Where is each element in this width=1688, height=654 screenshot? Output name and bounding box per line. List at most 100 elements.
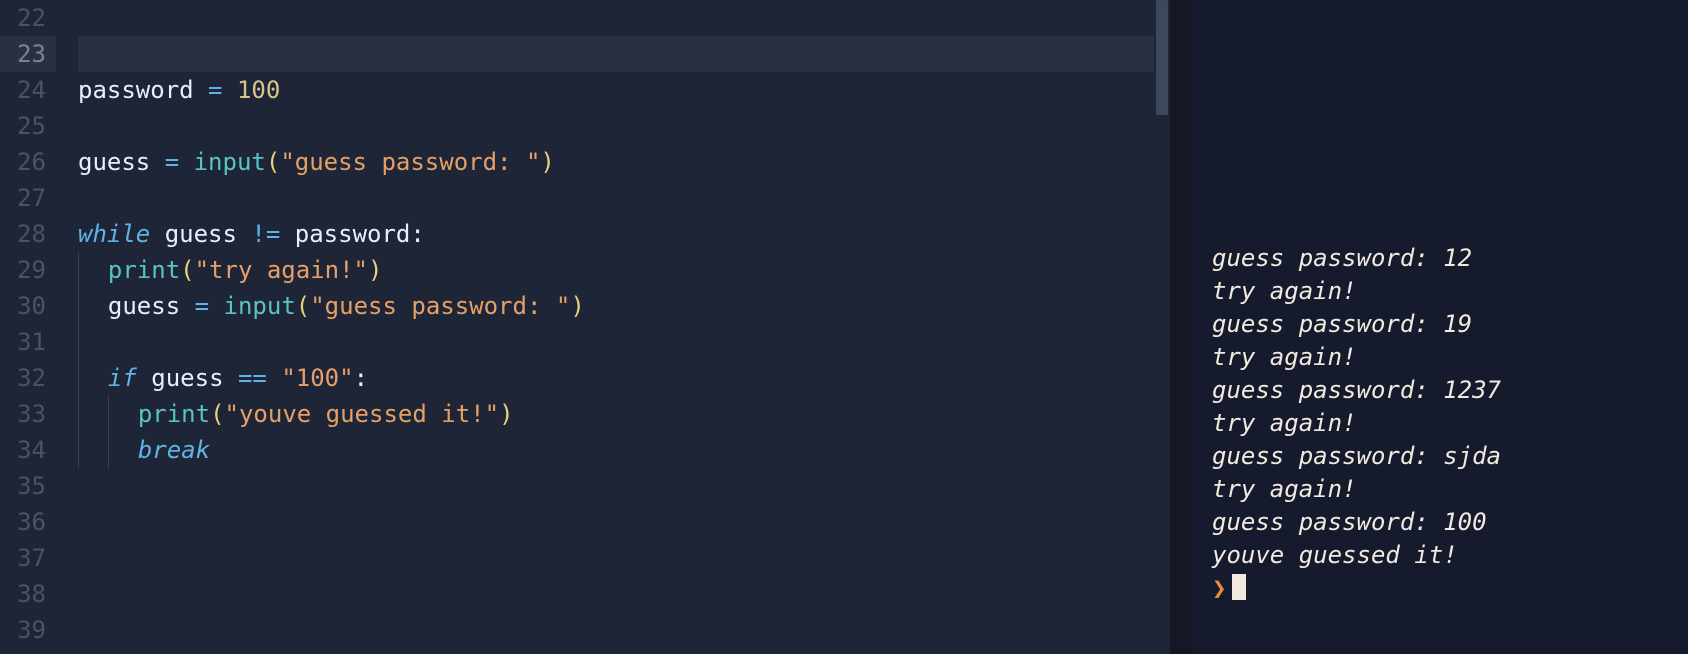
line-number-gutter: 222324252627282930313233343536373839 <box>0 0 56 654</box>
line-number: 37 <box>0 540 56 576</box>
line-number: 26 <box>0 144 56 180</box>
line-number: 35 <box>0 468 56 504</box>
token-kw: while <box>78 220 150 248</box>
code-line[interactable] <box>78 612 1170 648</box>
terminal-line: guess password: 1237 <box>1212 374 1688 407</box>
token-plain: : <box>354 364 368 392</box>
token-plain: : <box>410 220 424 248</box>
terminal-line: youve guessed it! <box>1212 539 1688 572</box>
code-line[interactable] <box>78 36 1170 72</box>
vertical-scrollbar[interactable] <box>1154 0 1170 654</box>
line-number: 38 <box>0 576 56 612</box>
code-line[interactable]: break <box>78 432 1170 468</box>
code-line[interactable] <box>78 0 1170 36</box>
code-line[interactable]: if guess == "100": <box>78 360 1170 396</box>
code-line[interactable]: password = 100 <box>78 72 1170 108</box>
code-line[interactable] <box>78 108 1170 144</box>
token-punc: ) <box>368 256 382 284</box>
prompt-caret-icon: ❯ <box>1212 574 1226 602</box>
code-editor-pane[interactable]: 222324252627282930313233343536373839 pas… <box>0 0 1170 654</box>
token-func: print <box>108 256 180 284</box>
terminal-line: try again! <box>1212 341 1688 374</box>
terminal-line: guess password: 100 <box>1212 506 1688 539</box>
terminal-line: try again! <box>1212 275 1688 308</box>
code-line[interactable]: print("try again!") <box>78 252 1170 288</box>
token-plain <box>150 148 164 176</box>
terminal-line: guess password: 12 <box>1212 242 1688 275</box>
app-root: 222324252627282930313233343536373839 pas… <box>0 0 1688 654</box>
token-plain <box>280 220 294 248</box>
terminal-line: try again! <box>1212 407 1688 440</box>
token-plain <box>137 364 151 392</box>
token-var: guess <box>165 220 237 248</box>
code-line[interactable] <box>78 576 1170 612</box>
token-var: password <box>295 220 411 248</box>
token-var: password <box>78 76 194 104</box>
token-var: guess <box>78 148 150 176</box>
token-str: "youve guessed it!" <box>225 400 500 428</box>
token-op: = <box>165 148 179 176</box>
pane-divider[interactable] <box>1170 0 1192 654</box>
line-number: 27 <box>0 180 56 216</box>
code-line[interactable]: guess = input("guess password: ") <box>78 144 1170 180</box>
line-number: 25 <box>0 108 56 144</box>
token-punc: ( <box>210 400 224 428</box>
line-number: 39 <box>0 612 56 648</box>
scrollbar-thumb[interactable] <box>1156 0 1168 115</box>
code-line[interactable] <box>78 324 1170 360</box>
token-plain <box>194 76 208 104</box>
line-number: 36 <box>0 504 56 540</box>
token-punc: ( <box>266 148 280 176</box>
token-str: "try again!" <box>195 256 368 284</box>
line-number: 24 <box>0 72 56 108</box>
code-line[interactable] <box>78 540 1170 576</box>
code-line[interactable]: while guess != password: <box>78 216 1170 252</box>
token-plain <box>179 148 193 176</box>
code-line[interactable] <box>78 504 1170 540</box>
code-area[interactable]: 222324252627282930313233343536373839 pas… <box>0 0 1170 654</box>
token-var: guess <box>151 364 223 392</box>
token-op: != <box>251 220 280 248</box>
token-plain <box>237 220 251 248</box>
token-kw: if <box>108 364 137 392</box>
token-plain <box>223 76 237 104</box>
token-punc: ) <box>499 400 513 428</box>
code-line[interactable] <box>78 468 1170 504</box>
token-var: guess <box>108 292 180 320</box>
line-number: 30 <box>0 288 56 324</box>
line-number: 34 <box>0 432 56 468</box>
token-str: "100" <box>281 364 353 392</box>
code-line[interactable]: print("youve guessed it!") <box>78 396 1170 432</box>
terminal-pane[interactable]: guess password: 12try again!guess passwo… <box>1192 0 1688 654</box>
line-number: 32 <box>0 360 56 396</box>
token-op: = <box>208 76 222 104</box>
terminal-prompt-line[interactable]: ❯ <box>1212 572 1688 605</box>
terminal-line: guess password: 19 <box>1212 308 1688 341</box>
code-lines[interactable]: password = 100guess = input("guess passw… <box>56 0 1170 654</box>
token-op: == <box>238 364 267 392</box>
token-plain <box>224 364 238 392</box>
token-plain <box>180 292 194 320</box>
token-punc: ( <box>180 256 194 284</box>
token-kw: break <box>138 436 210 464</box>
token-func: input <box>194 148 266 176</box>
line-number: 23 <box>0 36 56 72</box>
line-number: 29 <box>0 252 56 288</box>
token-num: 100 <box>237 76 280 104</box>
token-func: input <box>224 292 296 320</box>
terminal-line: guess password: sjda <box>1212 440 1688 473</box>
token-str: "guess password: " <box>280 148 540 176</box>
code-line[interactable] <box>78 180 1170 216</box>
token-op: = <box>195 292 209 320</box>
code-line[interactable]: guess = input("guess password: ") <box>78 288 1170 324</box>
token-func: print <box>138 400 210 428</box>
line-number: 22 <box>0 0 56 36</box>
token-punc: ) <box>540 148 554 176</box>
token-punc: ( <box>296 292 310 320</box>
terminal-line: try again! <box>1212 473 1688 506</box>
terminal-cursor <box>1232 574 1246 600</box>
token-punc: ) <box>570 292 584 320</box>
line-number: 28 <box>0 216 56 252</box>
line-number: 33 <box>0 396 56 432</box>
token-plain <box>267 364 281 392</box>
